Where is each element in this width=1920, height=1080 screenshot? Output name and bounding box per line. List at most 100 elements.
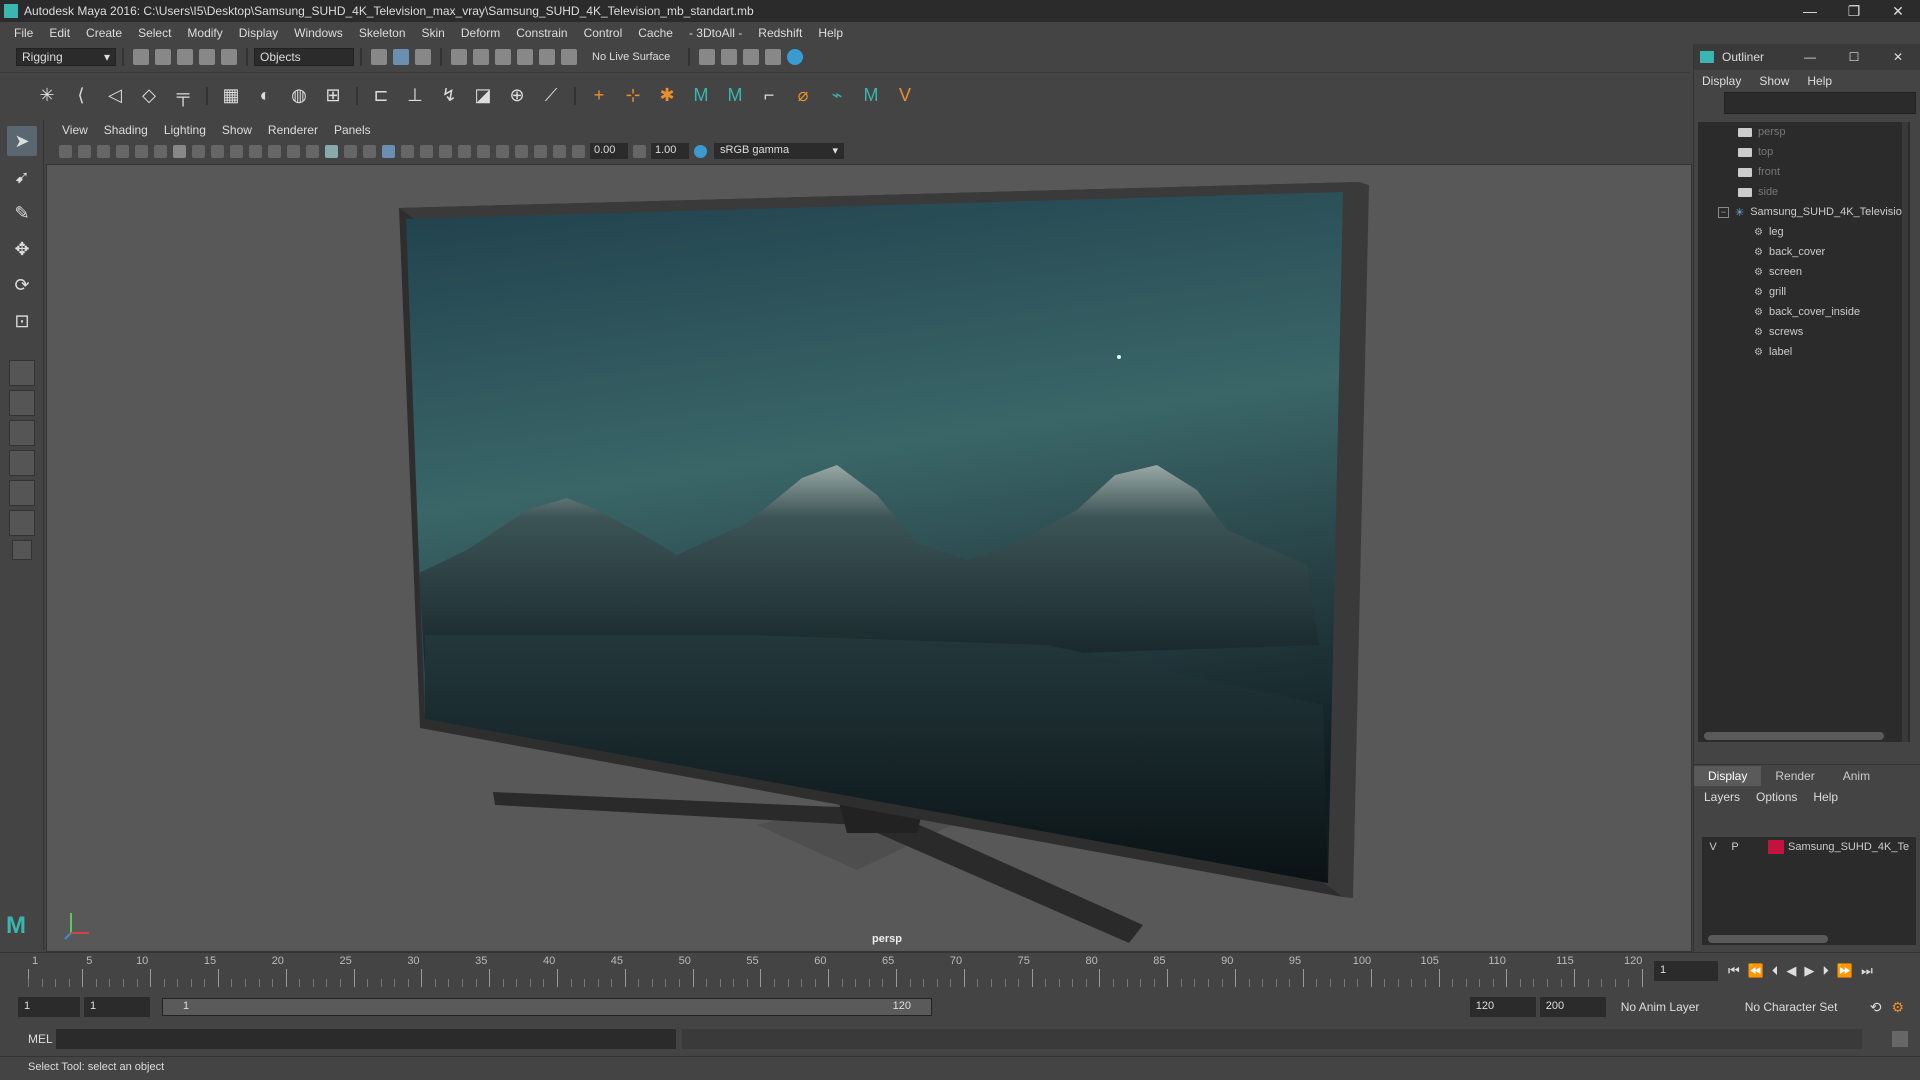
- bookmark-icon[interactable]: [97, 144, 110, 158]
- tab-display[interactable]: Display: [1694, 766, 1762, 786]
- lights-icon[interactable]: [401, 144, 414, 158]
- colorspace-dropdown[interactable]: sRGB gamma ▾: [714, 143, 844, 159]
- antialias-icon[interactable]: [477, 144, 490, 158]
- outliner-maximize-button[interactable]: ☐: [1832, 50, 1876, 64]
- vp-menu-show[interactable]: Show: [222, 123, 252, 137]
- select-tool-icon[interactable]: ➤: [7, 126, 37, 156]
- nonlinear-icon[interactable]: ◪: [470, 83, 496, 109]
- range-slider[interactable]: 1 120: [162, 998, 932, 1016]
- preferences-icon[interactable]: ⚙: [1891, 999, 1904, 1016]
- outliner-menu-show[interactable]: Show: [1759, 74, 1789, 88]
- snap-curve-icon[interactable]: [473, 49, 489, 65]
- go-to-end-icon[interactable]: ⏭: [1861, 963, 1873, 979]
- menu-modify[interactable]: Modify: [187, 26, 222, 40]
- menu-skeleton[interactable]: Skeleton: [359, 26, 406, 40]
- film-gate-icon[interactable]: [192, 144, 205, 158]
- hik-character-icon[interactable]: M: [722, 83, 748, 109]
- select-hierarchy-icon[interactable]: [371, 49, 387, 65]
- isolate-select-icon[interactable]: [515, 144, 528, 158]
- color-management-icon[interactable]: [694, 144, 707, 158]
- outliner-item[interactable]: top: [1698, 142, 1910, 162]
- start-time-field[interactable]: 1: [18, 997, 80, 1017]
- scale-tool-icon[interactable]: ⊡: [7, 306, 37, 336]
- wire-icon[interactable]: ↯: [436, 83, 462, 109]
- character-set-dropdown[interactable]: No Character Set: [1739, 998, 1860, 1016]
- hik-icon[interactable]: M: [688, 83, 714, 109]
- paint-select-icon[interactable]: ✎: [7, 198, 37, 228]
- time-slider[interactable]: 1 5 10 15 20 25 30 35 40 45 50 55 60 65 70 75 80 85 90 95 10…: [0, 952, 1920, 992]
- vp-menu-renderer[interactable]: Renderer: [268, 123, 318, 137]
- side-by-side-layout-icon[interactable]: [9, 420, 35, 446]
- menu-cache[interactable]: Cache: [638, 26, 673, 40]
- outliner-item[interactable]: front: [1698, 162, 1910, 182]
- locator-icon[interactable]: +: [586, 83, 612, 109]
- pole-vector-icon[interactable]: ⌁: [824, 83, 850, 109]
- menu-redshift[interactable]: Redshift: [758, 26, 802, 40]
- playback-end-field[interactable]: 120: [1469, 997, 1536, 1017]
- 2d-pan-icon[interactable]: [135, 144, 148, 158]
- ambient-occlusion-icon[interactable]: [439, 144, 452, 158]
- textured-icon[interactable]: [363, 144, 376, 158]
- xray-active-icon[interactable]: [553, 144, 566, 158]
- cluster-icon[interactable]: ⊏: [368, 83, 394, 109]
- script-editor-icon[interactable]: [1892, 1031, 1908, 1047]
- aim-constraint-icon[interactable]: ✱: [654, 83, 680, 109]
- menu-control[interactable]: Control: [584, 26, 623, 40]
- save-scene-icon[interactable]: [177, 49, 193, 65]
- vp-menu-panels[interactable]: Panels: [334, 123, 371, 137]
- snap-live-icon[interactable]: [561, 49, 577, 65]
- menu-3dtoall[interactable]: - 3DtoAll -: [689, 26, 742, 40]
- select-object-icon[interactable]: [393, 49, 409, 65]
- layer-menu-help[interactable]: Help: [1813, 790, 1838, 804]
- gamma-field[interactable]: 1.00: [651, 143, 689, 159]
- ipr-render-icon[interactable]: [743, 49, 760, 65]
- snap-point-icon[interactable]: [495, 49, 511, 65]
- close-button[interactable]: ✕: [1876, 3, 1920, 20]
- grid-icon[interactable]: [173, 144, 186, 158]
- resolution-gate-icon[interactable]: [211, 144, 224, 158]
- outliner-item[interactable]: persp: [1698, 122, 1910, 142]
- menu-create[interactable]: Create: [86, 26, 122, 40]
- layer-menu-options[interactable]: Options: [1756, 790, 1797, 804]
- step-back-key-icon[interactable]: ⏪: [1748, 963, 1764, 979]
- menu-constrain[interactable]: Constrain: [516, 26, 567, 40]
- outliner-search-input[interactable]: [1724, 92, 1916, 114]
- grease-pencil-icon[interactable]: [154, 144, 167, 158]
- exposure-icon[interactable]: [572, 144, 585, 158]
- viewport-persp[interactable]: persp: [46, 164, 1692, 952]
- joint-tool-icon[interactable]: ✳: [34, 83, 60, 109]
- open-scene-icon[interactable]: [155, 49, 171, 65]
- step-back-frame-icon[interactable]: ⏴: [1772, 963, 1779, 979]
- render-settings-icon[interactable]: [765, 49, 782, 65]
- outliner-menu-help[interactable]: Help: [1807, 74, 1832, 88]
- safe-action-icon[interactable]: [268, 144, 281, 158]
- layer-playback-toggle[interactable]: P: [1724, 841, 1746, 853]
- vp-menu-lighting[interactable]: Lighting: [164, 123, 206, 137]
- layer-menu-layers[interactable]: Layers: [1704, 790, 1740, 804]
- snap-grid-icon[interactable]: [451, 49, 467, 65]
- persp-outliner-layout-icon[interactable]: [9, 480, 35, 506]
- snap-view-icon[interactable]: [517, 49, 533, 65]
- smooth-shade-icon[interactable]: [325, 144, 338, 158]
- outliner-menu-display[interactable]: Display: [1702, 74, 1741, 88]
- layer-row[interactable]: V P Samsung_SUHD_4K_Te: [1702, 837, 1916, 857]
- vector-icon[interactable]: V: [892, 83, 918, 109]
- blend-shape-icon[interactable]: ⊕: [504, 83, 530, 109]
- restore-button[interactable]: ❐: [1832, 3, 1876, 20]
- menu-edit[interactable]: Edit: [49, 26, 70, 40]
- minimize-button[interactable]: —: [1788, 3, 1832, 19]
- vp-menu-view[interactable]: View: [62, 123, 88, 137]
- play-backward-icon[interactable]: ◀: [1786, 963, 1796, 979]
- four-view-layout-icon[interactable]: [9, 390, 35, 416]
- select-component-icon[interactable]: [415, 49, 431, 65]
- new-scene-icon[interactable]: [133, 49, 149, 65]
- orient-joint-icon[interactable]: ╤: [170, 83, 196, 109]
- outliner-item[interactable]: ⚙ screws: [1698, 322, 1910, 342]
- end-time-field[interactable]: 200: [1539, 997, 1606, 1017]
- wrap-icon[interactable]: ⟋: [538, 83, 564, 109]
- selection-mode-dropdown[interactable]: Objects: [254, 48, 354, 66]
- paint-weights-icon[interactable]: ◍: [286, 83, 312, 109]
- xray-icon[interactable]: [382, 144, 395, 158]
- ik-spline-icon[interactable]: ◁: [102, 83, 128, 109]
- live-surface-label[interactable]: No Live Surface: [592, 51, 670, 63]
